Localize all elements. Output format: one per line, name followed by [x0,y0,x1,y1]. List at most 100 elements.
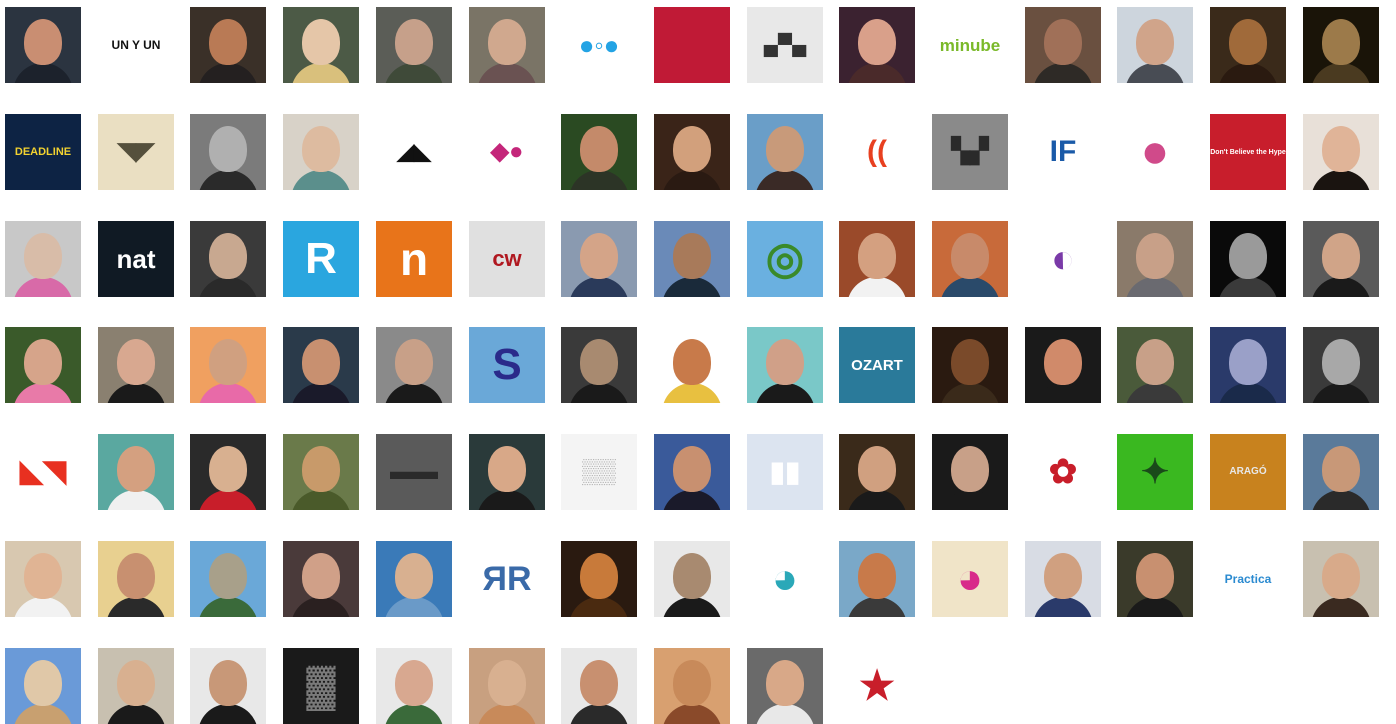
avatar-tile[interactable] [283,327,359,403]
avatar-tile[interactable] [1210,327,1286,403]
avatar-tile[interactable]: ● [1117,114,1193,190]
avatar-tile[interactable] [1303,541,1379,617]
avatar-tile[interactable] [561,114,637,190]
avatar-tile[interactable]: ▓ [283,648,359,724]
avatar-tile[interactable]: ◢◣ [376,114,452,190]
avatar-tile[interactable] [654,327,730,403]
avatar-tile[interactable] [561,221,637,297]
avatar-tile[interactable] [376,7,452,83]
avatar-tile[interactable] [98,434,174,510]
avatar-tile[interactable] [839,7,915,83]
avatar-tile[interactable] [1303,434,1379,510]
avatar-tile[interactable] [1303,327,1379,403]
avatar-tile[interactable] [190,7,266,83]
avatar-tile[interactable]: Don't Believe the Hype [1210,114,1286,190]
avatar-tile[interactable]: R [283,221,359,297]
avatar-tile[interactable] [5,327,81,403]
avatar-tile[interactable] [5,7,81,83]
avatar-tile[interactable]: ЯR [469,541,545,617]
avatar-tile[interactable]: (( [839,114,915,190]
avatar-tile[interactable]: ◆● [469,114,545,190]
avatar-tile[interactable] [376,648,452,724]
avatar-tile[interactable] [932,434,1008,510]
avatar-tile[interactable] [469,434,545,510]
avatar-tile[interactable]: cw [469,221,545,297]
avatar-tile[interactable] [839,541,915,617]
avatar-tile[interactable] [1117,541,1193,617]
avatar-tile[interactable] [5,648,81,724]
avatar-tile[interactable] [1025,541,1101,617]
avatar-tile[interactable] [932,221,1008,297]
avatar-tile[interactable]: ◐ [1025,221,1101,297]
avatar-tile[interactable] [1025,327,1101,403]
avatar-tile[interactable] [1303,7,1379,83]
avatar-tile[interactable]: IF [1025,114,1101,190]
avatar-tile[interactable] [190,541,266,617]
avatar-tile[interactable] [1303,221,1379,297]
avatar-tile[interactable]: UN Y UN [98,7,174,83]
avatar-tile[interactable] [1117,7,1193,83]
avatar-tile[interactable]: DEADLINE [5,114,81,190]
avatar-tile[interactable]: nat [98,221,174,297]
avatar-tile[interactable] [98,648,174,724]
avatar-tile[interactable] [190,648,266,724]
avatar-tile[interactable] [654,7,730,83]
avatar-tile[interactable]: ✦ [1117,434,1193,510]
avatar-tile[interactable] [283,7,359,83]
avatar-tile[interactable] [839,221,915,297]
avatar-tile[interactable]: ARAGÓ [1210,434,1286,510]
avatar-tile[interactable] [283,114,359,190]
avatar-tile[interactable] [1210,221,1286,297]
avatar-tile[interactable] [1117,221,1193,297]
avatar-tile[interactable] [654,648,730,724]
avatar-tile[interactable] [561,648,637,724]
avatar-tile[interactable]: OZART [839,327,915,403]
avatar-tile[interactable]: n [376,221,452,297]
avatar-tile[interactable] [654,221,730,297]
avatar-tile[interactable]: ▬▬ [376,434,452,510]
avatar-tile[interactable]: ◥◤ [98,114,174,190]
avatar-tile[interactable]: ▚▞ [932,114,1008,190]
avatar-tile[interactable] [5,541,81,617]
avatar-tile[interactable]: ◣◥ [5,434,81,510]
avatar-tile[interactable] [376,541,452,617]
avatar-tile[interactable] [376,327,452,403]
avatar-tile[interactable]: ▒▒ [561,434,637,510]
avatar-tile[interactable]: ●◦● [561,7,637,83]
avatar-tile[interactable] [469,7,545,83]
avatar-tile[interactable]: ▮▮ [747,434,823,510]
avatar-tile[interactable] [654,434,730,510]
avatar-tile[interactable] [98,327,174,403]
avatar-tile[interactable] [747,114,823,190]
avatar-tile[interactable]: ✿ [1025,434,1101,510]
avatar-tile[interactable]: ◎ [747,221,823,297]
avatar-tile[interactable]: ◕ [747,541,823,617]
avatar-tile[interactable]: ◕ [932,541,1008,617]
avatar-tile[interactable] [932,327,1008,403]
avatar-tile[interactable]: ★ [839,648,915,724]
avatar-tile[interactable] [1303,114,1379,190]
avatar-tile[interactable] [654,114,730,190]
avatar-tile[interactable] [654,541,730,617]
avatar-tile[interactable] [190,434,266,510]
avatar-tile[interactable]: S [469,327,545,403]
avatar-tile[interactable] [190,221,266,297]
avatar-tile[interactable] [839,434,915,510]
avatar-tile[interactable] [5,221,81,297]
avatar-tile[interactable] [190,327,266,403]
avatar-tile[interactable] [1210,7,1286,83]
avatar-tile[interactable] [561,327,637,403]
avatar-tile[interactable] [190,114,266,190]
avatar-tile[interactable] [469,648,545,724]
avatar-tile[interactable] [283,434,359,510]
avatar-tile[interactable] [283,541,359,617]
avatar-tile[interactable] [98,541,174,617]
avatar-tile[interactable] [747,648,823,724]
avatar-tile[interactable] [1025,7,1101,83]
avatar-tile[interactable]: minube [932,7,1008,83]
avatar-tile[interactable]: ▄▀▄ [747,7,823,83]
avatar-tile[interactable] [561,541,637,617]
avatar-tile[interactable] [747,327,823,403]
avatar-tile[interactable]: Practica [1210,541,1286,617]
avatar-tile[interactable] [1117,327,1193,403]
